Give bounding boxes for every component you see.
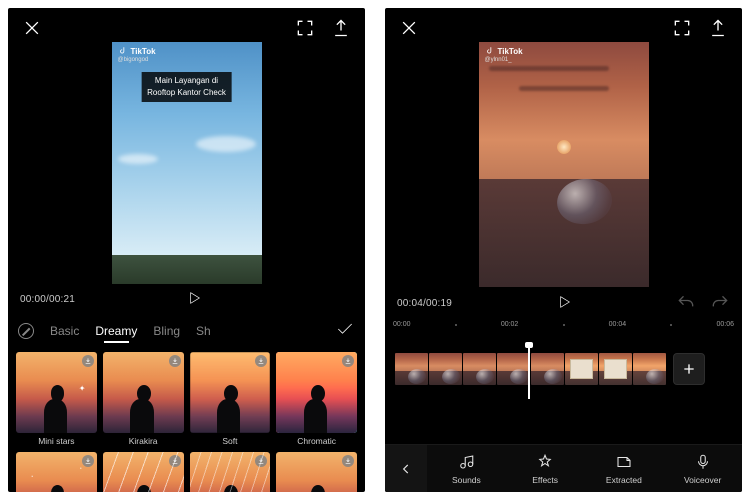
effect-label: Chromatic <box>276 436 357 446</box>
back-button[interactable] <box>385 445 427 492</box>
download-icon <box>342 355 354 367</box>
tiktok-logo: TikTok <box>485 46 523 56</box>
no-effect-icon[interactable] <box>18 323 34 339</box>
export-icon[interactable] <box>331 18 351 38</box>
tab-basic[interactable]: Basic <box>50 324 79 338</box>
effect-item[interactable]: Twinkle 1 <box>276 452 357 492</box>
timeline-frame[interactable] <box>531 353 564 385</box>
timeline-frame[interactable] <box>429 353 462 385</box>
effects-grid: Mini stars Kirakira Soft Chromatic Starscape… <box>8 344 365 492</box>
download-icon <box>255 455 267 467</box>
transport-bar: 00:00/00:21 <box>8 284 365 315</box>
effect-label: Mini stars <box>16 436 97 446</box>
effect-thumb[interactable] <box>103 352 184 433</box>
close-icon[interactable] <box>22 18 42 38</box>
effect-thumb[interactable] <box>190 352 271 433</box>
tool-extracted[interactable]: Extracted <box>585 445 664 492</box>
effect-item[interactable]: Star Rain 2 <box>190 452 271 492</box>
timeline-frame[interactable] <box>497 353 530 385</box>
add-clip-button[interactable] <box>673 353 705 385</box>
tiktok-user: @ylnn01_ <box>485 57 512 63</box>
video-preview[interactable]: TikTok @bigongod Main Layangan di Roofto… <box>112 42 262 284</box>
confirm-icon[interactable] <box>335 319 355 342</box>
close-icon[interactable] <box>399 18 419 38</box>
download-icon <box>169 355 181 367</box>
play-button[interactable] <box>452 294 676 313</box>
effect-thumb[interactable] <box>276 452 357 492</box>
fullscreen-icon[interactable] <box>295 18 315 38</box>
effect-item[interactable]: Kirakira <box>103 352 184 446</box>
tool-sounds[interactable]: Sounds <box>427 445 506 492</box>
tiktok-label: TikTok <box>498 47 523 56</box>
video-preview[interactable]: TikTok @ylnn01_ <box>479 42 649 287</box>
editor-screen-effects: TikTok @bigongod Main Layangan di Roofto… <box>8 8 365 492</box>
tool-label: Voiceover <box>684 475 721 485</box>
play-button[interactable] <box>75 290 313 309</box>
tool-label: Extracted <box>606 475 642 485</box>
fullscreen-icon[interactable] <box>672 18 692 38</box>
editor-screen-timeline: TikTok @ylnn01_ 00:04/00:19 00:0000:0200… <box>385 8 742 492</box>
tool-effects[interactable]: Effects <box>506 445 585 492</box>
tiktok-logo: TikTok <box>118 46 156 56</box>
tool-label: Sounds <box>452 475 481 485</box>
effect-item[interactable]: Star Rain 1 <box>103 452 184 492</box>
download-icon <box>342 455 354 467</box>
transport-bar: 00:04/00:19 <box>385 287 742 319</box>
topbar <box>8 8 365 42</box>
tab-dreamy[interactable]: Dreamy <box>95 324 137 338</box>
download-icon <box>169 455 181 467</box>
export-icon[interactable] <box>708 18 728 38</box>
effect-thumb[interactable] <box>190 452 271 492</box>
time-ruler[interactable]: 00:00 00:02 00:04 00:06 <box>395 321 732 335</box>
effect-category-tabs: Basic Dreamy Bling Sh <box>8 315 365 344</box>
effect-thumb[interactable] <box>16 452 97 492</box>
ruler-tick: 00:02 <box>501 321 519 328</box>
effect-item[interactable]: Soft <box>190 352 271 446</box>
ruler-tick: 00:06 <box>716 321 734 328</box>
effect-thumb[interactable] <box>16 352 97 433</box>
effect-label: Kirakira <box>103 436 184 446</box>
undo-icon[interactable] <box>676 293 696 313</box>
effect-thumb[interactable] <box>103 452 184 492</box>
timeline-frame[interactable] <box>633 353 666 385</box>
effect-item[interactable]: Starscape <box>16 452 97 492</box>
bottom-toolbar: Sounds Effects Extracted Voiceover <box>385 444 742 492</box>
effect-item[interactable]: Chromatic <box>276 352 357 446</box>
effect-thumb[interactable] <box>276 352 357 433</box>
tab-more[interactable]: Sh <box>196 324 211 338</box>
timeline[interactable] <box>395 345 732 393</box>
video-caption: Main Layangan di Rooftop Kantor Check <box>141 72 232 102</box>
timeline-frame[interactable] <box>463 353 496 385</box>
time-display: 00:00/00:21 <box>20 294 75 305</box>
effect-label: Soft <box>190 436 271 446</box>
redo-icon[interactable] <box>710 293 730 313</box>
tool-voiceover[interactable]: Voiceover <box>663 445 742 492</box>
effect-item[interactable]: Mini stars <box>16 352 97 446</box>
tool-label: Effects <box>532 475 558 485</box>
playhead[interactable] <box>528 345 530 399</box>
tiktok-user: @bigongod <box>118 57 149 63</box>
download-icon <box>82 355 94 367</box>
timeline-frame[interactable] <box>565 353 598 385</box>
tiktok-label: TikTok <box>131 47 156 56</box>
tab-bling[interactable]: Bling <box>153 324 180 338</box>
timeline-frame[interactable] <box>599 353 632 385</box>
topbar <box>385 8 742 42</box>
download-icon <box>82 455 94 467</box>
ruler-tick: 00:00 <box>393 321 411 328</box>
time-display: 00:04/00:19 <box>397 298 452 309</box>
ruler-tick: 00:04 <box>609 321 627 328</box>
timeline-frame[interactable] <box>395 353 428 385</box>
